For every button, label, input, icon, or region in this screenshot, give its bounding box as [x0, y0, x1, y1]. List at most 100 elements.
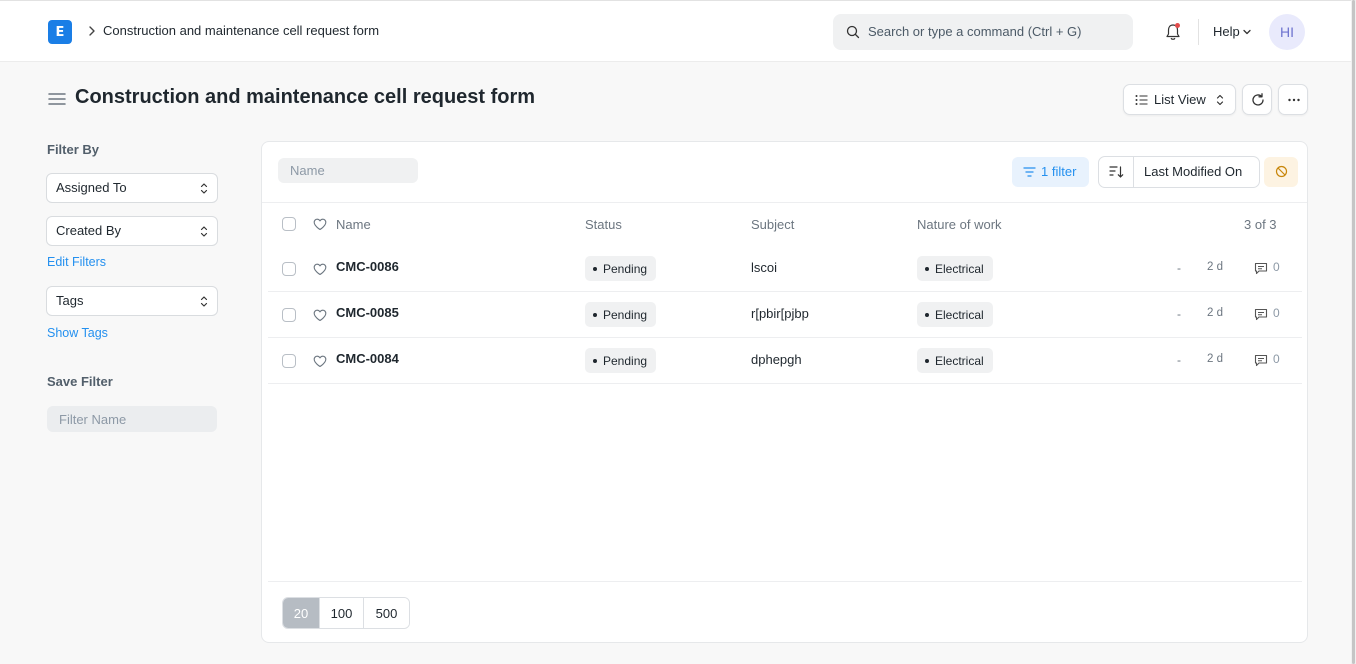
clear-sort-icon: [1275, 165, 1288, 178]
breadcrumb[interactable]: Construction and maintenance cell reques…: [103, 23, 379, 38]
sort-direction-button[interactable]: [1099, 157, 1134, 187]
comment-icon: [1254, 354, 1268, 367]
status-badge[interactable]: Pending: [585, 348, 657, 373]
tags-select[interactable]: Tags: [46, 286, 218, 316]
row-comment-count: 0: [1273, 352, 1280, 366]
row-subject: r[pbir[pjbp: [751, 306, 809, 321]
heart-icon[interactable]: [313, 218, 327, 231]
row-name-link[interactable]: CMC-0084: [336, 351, 399, 366]
logo-icon[interactable]: E: [48, 20, 72, 44]
sort-arrows-icon: [1216, 94, 1224, 106]
nature-label: Electrical: [935, 261, 984, 276]
row-assigned: -: [1177, 353, 1181, 367]
column-header-status[interactable]: Status: [585, 217, 622, 232]
filter-icon: [1023, 167, 1036, 177]
refresh-button[interactable]: [1242, 84, 1272, 115]
chevron-down-icon[interactable]: [1242, 28, 1252, 36]
column-header-name[interactable]: Name: [336, 217, 371, 232]
more-icon: [1288, 98, 1300, 102]
toolbar-divider: [262, 202, 1307, 203]
scrollbar-thumb[interactable]: [1352, 0, 1355, 664]
filter-name-input[interactable]: [47, 406, 217, 432]
sort-field-button[interactable]: Last Modified On: [1144, 164, 1242, 179]
tags-label: Tags: [56, 293, 84, 308]
created-by-label: Created By: [56, 223, 122, 238]
status-badge[interactable]: Pending: [585, 256, 657, 281]
nature-dot: [925, 312, 929, 317]
table-row[interactable]: CMC-0085 Pending r[pbir[pjbp Electrical …: [268, 292, 1302, 338]
save-filter-label: Save Filter: [47, 374, 113, 389]
sort-direction-icon: [1109, 166, 1124, 178]
edit-filters-link[interactable]: Edit Filters: [47, 255, 106, 269]
row-assigned: -: [1177, 307, 1181, 321]
sort-arrows-icon: [200, 226, 208, 237]
row-checkbox[interactable]: [282, 262, 296, 276]
filter-name-field: [47, 406, 217, 432]
list-view-label: List View: [1154, 92, 1206, 107]
comment-icon: [1254, 262, 1268, 275]
row-comment-count: 0: [1273, 260, 1280, 274]
column-header-subject[interactable]: Subject: [751, 217, 794, 232]
status-dot: [593, 358, 597, 363]
search-input[interactable]: Search or type a command (Ctrl + G): [833, 14, 1133, 50]
show-tags-link[interactable]: Show Tags: [47, 326, 108, 340]
sort-arrows-icon: [200, 183, 208, 194]
page-length-20[interactable]: 20: [283, 598, 320, 628]
created-by-select[interactable]: Created By: [46, 216, 218, 246]
filter-button[interactable]: 1 filter: [1012, 157, 1089, 187]
more-options-button[interactable]: [1278, 84, 1308, 115]
status-dot: [593, 266, 597, 271]
heart-icon[interactable]: [313, 263, 327, 276]
heart-icon[interactable]: [313, 355, 327, 368]
page-title: Construction and maintenance cell reques…: [75, 86, 536, 108]
name-filter-input[interactable]: [278, 158, 418, 183]
select-all-checkbox[interactable]: [282, 217, 296, 231]
name-filter-field: [278, 158, 418, 183]
assigned-to-select[interactable]: Assigned To: [46, 173, 218, 203]
column-header-nature-of-work[interactable]: Nature of work: [917, 217, 1002, 232]
footer-divider: [268, 581, 1302, 582]
row-name-link[interactable]: CMC-0085: [336, 305, 399, 320]
status-dot: [593, 312, 597, 317]
nature-badge[interactable]: Electrical: [917, 256, 993, 281]
help-menu[interactable]: Help: [1213, 24, 1240, 39]
refresh-icon: [1252, 93, 1264, 106]
heart-icon[interactable]: [313, 309, 327, 322]
table-row[interactable]: CMC-0086 Pending lscoi Electrical - 2 d …: [268, 246, 1302, 292]
comment-icon: [1254, 308, 1268, 321]
nature-label: Electrical: [935, 307, 984, 322]
table-row[interactable]: CMC-0084 Pending dphepgh Electrical - 2 …: [268, 338, 1302, 384]
nature-label: Electrical: [935, 353, 984, 368]
nature-badge[interactable]: Electrical: [917, 348, 993, 373]
assigned-to-label: Assigned To: [56, 180, 127, 195]
page-length-selector: 20 100 500: [282, 597, 410, 629]
list-view-selector[interactable]: List View: [1123, 84, 1236, 115]
nature-dot: [925, 266, 929, 271]
list-card: 1 filter Last Modified On Name Status Su…: [261, 141, 1308, 643]
page-length-100[interactable]: 100: [320, 598, 364, 628]
bell-icon[interactable]: [1163, 22, 1183, 42]
row-checkbox[interactable]: [282, 308, 296, 322]
row-checkbox[interactable]: [282, 354, 296, 368]
status-badge[interactable]: Pending: [585, 302, 657, 327]
page-length-500[interactable]: 500: [364, 598, 409, 628]
filter-button-label: 1 filter: [1041, 164, 1077, 179]
record-count: 3 of 3: [1244, 217, 1277, 232]
notification-dot: [1175, 23, 1180, 28]
row-name-link[interactable]: CMC-0086: [336, 259, 399, 274]
search-placeholder: Search or type a command (Ctrl + G): [868, 24, 1082, 39]
list-icon: [1135, 95, 1148, 105]
row-comment-count: 0: [1273, 306, 1280, 320]
nature-badge[interactable]: Electrical: [917, 302, 993, 327]
row-subject: lscoi: [751, 260, 778, 275]
avatar[interactable]: HI: [1269, 14, 1305, 50]
row-assigned: -: [1177, 261, 1181, 275]
filter-by-label: Filter By: [47, 142, 100, 157]
navbar: E Construction and maintenance cell requ…: [0, 0, 1356, 62]
row-modified: 2 d: [1207, 261, 1223, 273]
row-modified: 2 d: [1207, 307, 1223, 319]
chevron-right-icon: [89, 26, 95, 36]
clear-sort-button[interactable]: [1264, 157, 1298, 187]
sort-arrows-icon: [200, 296, 208, 307]
hamburger-icon[interactable]: [48, 91, 66, 107]
